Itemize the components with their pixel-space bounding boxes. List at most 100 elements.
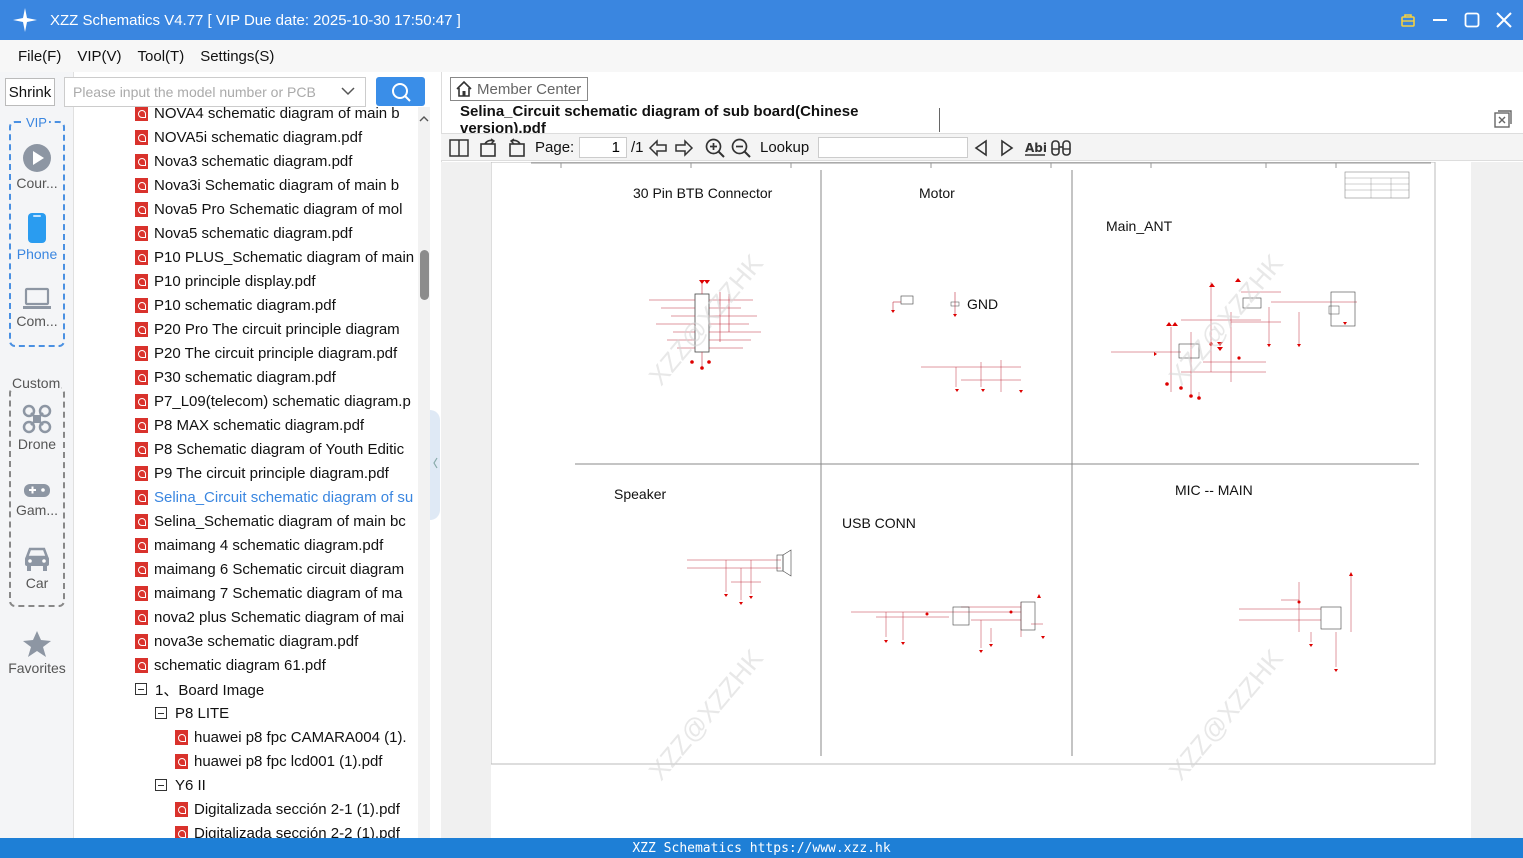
pdf-file-icon <box>135 609 148 625</box>
pdf-page[interactable]: 30 Pin BTB Connector Motor Main_ANT Spea… <box>490 161 1471 838</box>
panel-splitter[interactable] <box>430 410 440 520</box>
rotate-left-icon[interactable] <box>479 137 499 159</box>
tree-file[interactable]: P20 The circuit principle diagram.pdf <box>75 341 418 365</box>
tree-file[interactable]: P8 Schematic diagram of Youth Editic <box>75 437 418 461</box>
chevron-down-icon[interactable] <box>341 84 355 101</box>
tree-file[interactable]: nova2 plus Schematic diagram of mai <box>75 605 418 629</box>
rail-item-drone[interactable]: Drone <box>0 404 74 452</box>
tree-item-label: Selina_Circuit schematic diagram of su <box>154 488 414 506</box>
tree-file[interactable]: P7_L09(telecom) schematic diagram.p <box>75 389 418 413</box>
car-icon <box>0 545 74 573</box>
tree-file[interactable]: P10 schematic diagram.pdf <box>75 293 418 317</box>
laptop-icon <box>0 287 74 311</box>
tree-file[interactable]: Nova5 schematic diagram.pdf <box>75 221 418 245</box>
tree-folder[interactable]: P8 LITE <box>75 701 418 725</box>
tree-file[interactable]: NOVA4 schematic diagram of main b <box>75 107 418 125</box>
rail-item-games[interactable]: Gam... <box>0 480 74 518</box>
tree-file[interactable]: nova3e schematic diagram.pdf <box>75 629 418 653</box>
status-bar: XZZ Schematics https://www.xzz.hk <box>0 838 1523 858</box>
tree-file[interactable]: huawei p8 fpc CAMARA004 (1). <box>75 725 418 749</box>
pdf-file-icon <box>135 441 148 457</box>
tree-file[interactable]: huawei p8 fpc lcd001 (1).pdf <box>75 749 418 773</box>
collapse-toggle-icon[interactable] <box>135 683 147 695</box>
tree-file[interactable]: P9 The circuit principle diagram.pdf <box>75 461 418 485</box>
tree-item-label: NOVA5i schematic diagram.pdf <box>154 128 363 146</box>
tree-file[interactable]: NOVA5i schematic diagram.pdf <box>75 125 418 149</box>
tree-item-label: nova2 plus Schematic diagram of mai <box>154 608 405 626</box>
vip-bag-icon[interactable] <box>1399 11 1417 29</box>
tree-item-label: Digitalizada sección 2-2 (1).pdf <box>194 824 400 839</box>
rail-item-phone[interactable]: Phone <box>0 212 74 262</box>
tree-file[interactable]: P10 principle display.pdf <box>75 269 418 293</box>
tree-file[interactable]: P8 MAX schematic diagram.pdf <box>75 413 418 437</box>
pdf-file-icon <box>135 153 148 169</box>
app-logo-icon <box>0 0 50 40</box>
pdf-file-icon <box>135 321 148 337</box>
prev-page-icon[interactable] <box>648 137 668 159</box>
menu-tool[interactable]: Tool(T) <box>138 48 185 65</box>
page-number-input[interactable]: 1 <box>579 137 627 158</box>
rail-item-favorites[interactable]: Favorites <box>0 630 74 676</box>
shrink-button[interactable]: Shrink <box>5 78 55 106</box>
phone-icon <box>0 212 74 244</box>
tree-file[interactable]: maimang 4 schematic diagram.pdf <box>75 533 418 557</box>
tab-document[interactable]: Selina_Circuit schematic diagram of sub … <box>450 103 940 137</box>
rotate-right-icon[interactable] <box>506 137 526 159</box>
tree-item-label: huawei p8 fpc CAMARA004 (1). <box>194 728 407 746</box>
tree-file[interactable]: maimang 6 Schematic circuit diagram <box>75 557 418 581</box>
rail-item-computer[interactable]: Com... <box>0 287 74 329</box>
tree-scrollbar[interactable] <box>418 107 430 838</box>
search-input[interactable]: Please input the model number or PCB <box>64 77 366 107</box>
pdf-file-icon <box>175 825 188 838</box>
member-center-button[interactable]: Member Center <box>450 77 588 101</box>
file-tree: NOVA4 schematic diagram of main b NOVA5i … <box>75 107 418 838</box>
close-tab-icon[interactable] <box>1494 110 1512 133</box>
tree-folder[interactable]: Y6 II <box>75 773 418 797</box>
search-button[interactable] <box>376 77 425 106</box>
zoom-out-icon[interactable] <box>731 137 751 159</box>
tree-file[interactable]: P20 Pro The circuit principle diagram <box>75 317 418 341</box>
sidebar-toggle-icon[interactable] <box>449 137 469 159</box>
tree-folder[interactable]: 1、Board Image <box>75 677 418 701</box>
pdf-file-icon <box>175 801 188 817</box>
tree-item-label: P9 The circuit principle diagram.pdf <box>154 464 389 482</box>
tree-scrollbar-thumb[interactable] <box>420 250 429 300</box>
lookup-label: Lookup <box>760 138 810 156</box>
rail-item-car[interactable]: Car <box>0 545 74 591</box>
menu-settings[interactable]: Settings(S) <box>200 48 274 65</box>
tree-item-label: schematic diagram 61.pdf <box>154 656 326 674</box>
chevron-up-icon[interactable] <box>418 113 430 125</box>
collapse-toggle-icon[interactable] <box>155 779 167 791</box>
pdf-file-icon <box>135 633 148 649</box>
menu-vip[interactable]: VIP(V) <box>77 48 121 65</box>
tree-file[interactable]: Nova3i Schematic diagram of main b <box>75 173 418 197</box>
tree-file[interactable]: P30 schematic diagram.pdf <box>75 365 418 389</box>
rail-item-courses[interactable]: Cour... <box>0 143 74 191</box>
pdf-file-icon <box>135 393 148 409</box>
section-label: USB CONN <box>842 515 916 531</box>
maximize-button[interactable] <box>1463 11 1481 29</box>
tree-file[interactable]: maimang 7 Schematic diagram of ma <box>75 581 418 605</box>
next-page-icon[interactable] <box>674 137 694 159</box>
collapse-toggle-icon[interactable] <box>155 707 167 719</box>
pdf-file-icon <box>135 107 148 121</box>
tree-file[interactable]: Nova3 schematic diagram.pdf <box>75 149 418 173</box>
zoom-in-icon[interactable] <box>705 137 725 159</box>
match-case-icon[interactable]: Abi <box>1024 137 1046 159</box>
find-next-icon[interactable] <box>999 137 1015 159</box>
tree-file[interactable]: P10 PLUS_Schematic diagram of main <box>75 245 418 269</box>
tree-item-label: NOVA4 schematic diagram of main b <box>154 107 400 122</box>
tree-file[interactable]: Digitalizada sección 2-2 (1).pdf <box>75 821 418 838</box>
tree-file[interactable]: schematic diagram 61.pdf <box>75 653 418 677</box>
tree-file[interactable]: Selina_Schematic diagram of main bc <box>75 509 418 533</box>
tree-file[interactable]: Nova5 Pro Schematic diagram of mol <box>75 197 418 221</box>
binoculars-icon[interactable] <box>1050 137 1072 159</box>
tree-file[interactable]: Digitalizada sección 2-1 (1).pdf <box>75 797 418 821</box>
find-prev-icon[interactable] <box>973 137 989 159</box>
tree-file[interactable]: Selina_Circuit schematic diagram of su <box>75 485 418 509</box>
minimize-button[interactable] <box>1431 11 1449 29</box>
lookup-input[interactable] <box>818 137 968 158</box>
menu-file[interactable]: File(F) <box>18 48 61 65</box>
pdf-file-icon <box>135 345 148 361</box>
close-button[interactable] <box>1495 11 1513 29</box>
